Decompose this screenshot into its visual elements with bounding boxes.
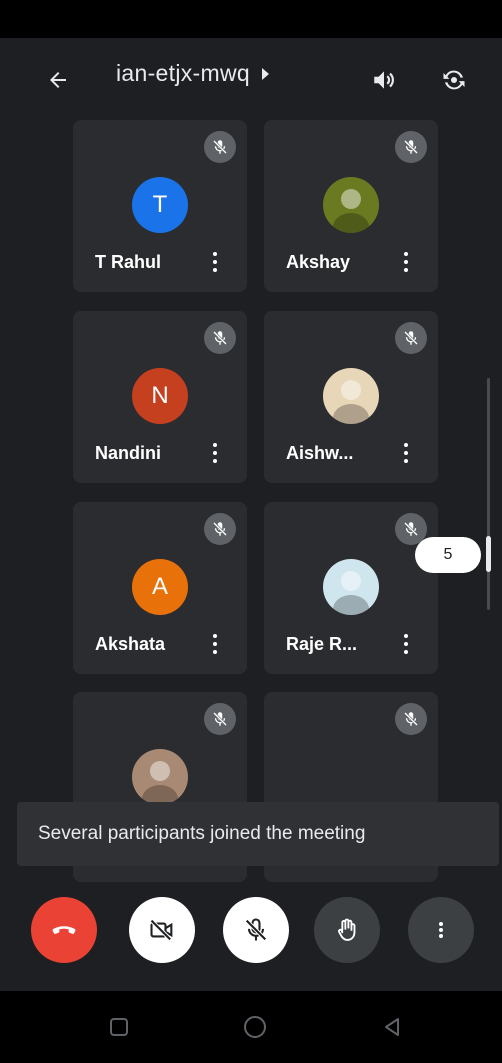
participant-avatar: [323, 559, 379, 615]
triangle-back-icon: [385, 1018, 399, 1036]
join-toast: Several participants joined the meeting: [17, 802, 499, 866]
mic-off-icon: [213, 712, 227, 726]
participant-menu-button[interactable]: [396, 630, 416, 658]
mic-off-badge: [395, 322, 427, 354]
participant-name: Akshata: [95, 634, 166, 654]
mic-off-icon: [213, 140, 227, 154]
mic-off-icon: [213, 522, 227, 536]
participant-avatar: [323, 177, 379, 233]
participant-avatar: [132, 749, 188, 805]
participant-menu-button[interactable]: [396, 248, 416, 276]
meeting-top-bar: ian-etjx-mwq: [0, 38, 502, 118]
more-vert-icon: [404, 634, 408, 638]
mic-off-badge: [204, 513, 236, 545]
more-vert-icon: [213, 443, 217, 447]
mic-off-badge: [204, 322, 236, 354]
audio-output-button[interactable]: [362, 58, 406, 102]
flip-camera-icon: [443, 70, 465, 90]
mic-off-badge: [204, 703, 236, 735]
mic-off-icon: [404, 140, 418, 154]
speaker-icon: [374, 71, 394, 89]
participant-tile-3[interactable]: N Nandini: [73, 311, 247, 483]
mic-off-icon: [404, 712, 418, 726]
participant-menu-button[interactable]: [396, 439, 416, 467]
participant-tile-2[interactable]: Akshay: [264, 120, 438, 292]
square-icon: [110, 1018, 128, 1036]
participant-tile-1[interactable]: T T Rahul: [73, 120, 247, 292]
call-end-icon: [52, 926, 76, 934]
status-bar: [0, 0, 502, 38]
mic-off-badge: [395, 131, 427, 163]
back-button[interactable]: [36, 58, 80, 102]
participant-tile-6[interactable]: Raje R...: [264, 502, 438, 674]
profile-photo-icon: [333, 189, 369, 233]
participant-tile-5[interactable]: A Akshata: [73, 502, 247, 674]
meeting-title[interactable]: ian-etjx-mwq: [116, 60, 269, 87]
home-button[interactable]: [233, 1005, 277, 1049]
arrow-back-icon: [50, 72, 66, 88]
participant-tile-4[interactable]: Aishw...: [264, 311, 438, 483]
more-vert-icon: [404, 252, 408, 256]
page-indicator: 5: [415, 537, 481, 573]
participant-name: Raje R...: [286, 634, 358, 654]
mic-off-icon: [245, 918, 267, 941]
mic-off-icon: [404, 522, 418, 536]
meeting-code: ian-etjx-mwq: [116, 60, 250, 86]
caret-right-icon: [261, 67, 269, 80]
camera-toggle-button[interactable]: [129, 897, 195, 963]
participant-name: Aishw...: [286, 443, 354, 463]
participant-menu-button[interactable]: [205, 439, 225, 467]
participant-avatar: A: [132, 559, 188, 615]
participant-name: Nandini: [95, 443, 161, 463]
hand-icon: [338, 918, 356, 941]
grid-scroll-thumb[interactable]: [486, 536, 491, 572]
participant-avatar: [323, 368, 379, 424]
more-vert-icon: [213, 634, 217, 638]
more-vert-icon: [404, 443, 408, 447]
more-vert-icon: [213, 252, 217, 256]
participant-avatar: N: [132, 368, 188, 424]
participant-name: Akshay: [286, 252, 351, 272]
grid-scroll-track[interactable]: [487, 378, 490, 610]
recents-button[interactable]: [97, 1005, 141, 1049]
system-nav-bar: [0, 991, 502, 1063]
back-nav-button[interactable]: [370, 1005, 414, 1049]
more-vert-icon: [439, 922, 443, 938]
participant-avatar: T: [132, 177, 188, 233]
circle-icon: [244, 1016, 266, 1038]
switch-camera-button[interactable]: [432, 58, 476, 102]
toast-message: Several participants joined the meeting: [38, 823, 366, 844]
mic-toggle-button[interactable]: [223, 897, 289, 963]
profile-photo-icon: [333, 380, 369, 424]
videocam-off-icon: [150, 919, 173, 941]
profile-photo-icon: [142, 761, 178, 805]
participant-name: T Rahul: [95, 252, 161, 272]
mic-off-icon: [404, 331, 418, 345]
profile-photo-icon: [333, 571, 369, 615]
raise-hand-button[interactable]: [314, 897, 380, 963]
more-options-button[interactable]: [408, 897, 474, 963]
participant-menu-button[interactable]: [205, 630, 225, 658]
end-call-button[interactable]: [31, 897, 97, 963]
participant-menu-button[interactable]: [205, 248, 225, 276]
mic-off-icon: [213, 331, 227, 345]
mic-off-badge: [204, 131, 236, 163]
mic-off-badge: [395, 703, 427, 735]
